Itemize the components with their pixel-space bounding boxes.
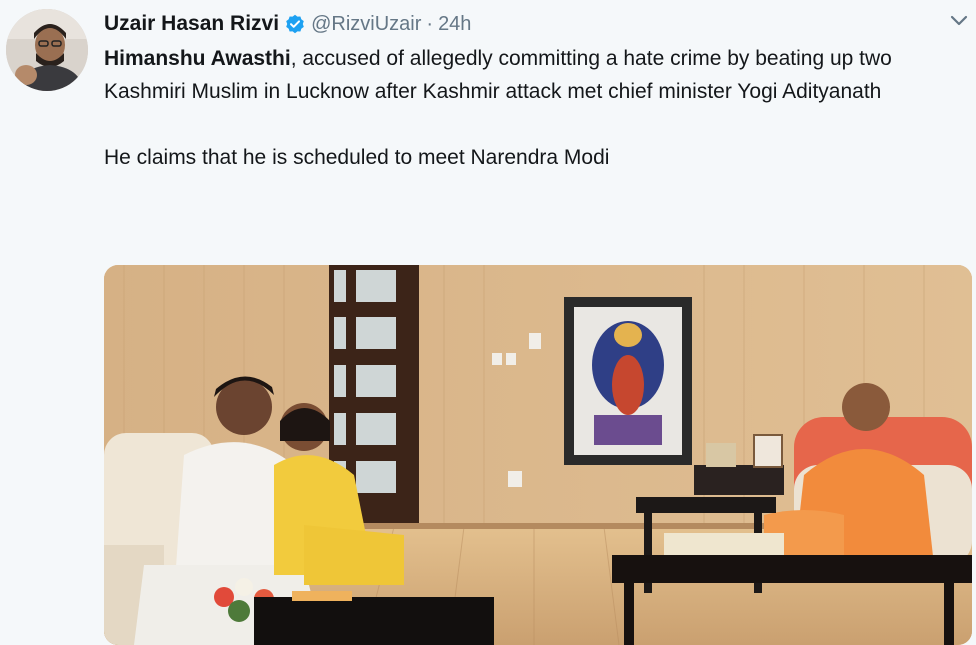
verified-badge-icon: [285, 14, 305, 34]
avatar[interactable]: [6, 9, 88, 91]
tweet-text-bold: Himanshu Awasthi: [104, 47, 291, 70]
separator-dot: ·: [426, 12, 434, 35]
meeting-photo: [104, 265, 972, 645]
author-name[interactable]: Uzair Hasan Rizvi: [104, 12, 279, 36]
timestamp[interactable]: 24h: [438, 13, 471, 36]
author-handle[interactable]: @RizviUzair: [311, 13, 421, 36]
tweet-photo[interactable]: [104, 265, 972, 645]
tweet[interactable]: Uzair Hasan Rizvi @RizviUzair · 24h Hima…: [0, 0, 976, 645]
tweet-header: Uzair Hasan Rizvi @RizviUzair · 24h: [104, 10, 471, 38]
avatar-image: [6, 9, 88, 91]
chevron-down-icon[interactable]: [950, 14, 968, 28]
tweet-paragraph-2: He claims that he is scheduled to meet N…: [104, 146, 610, 169]
tweet-text: Himanshu Awasthi, accused of allegedly c…: [104, 42, 970, 174]
tweet-paragraph-1: Himanshu Awasthi, accused of allegedly c…: [104, 42, 970, 108]
